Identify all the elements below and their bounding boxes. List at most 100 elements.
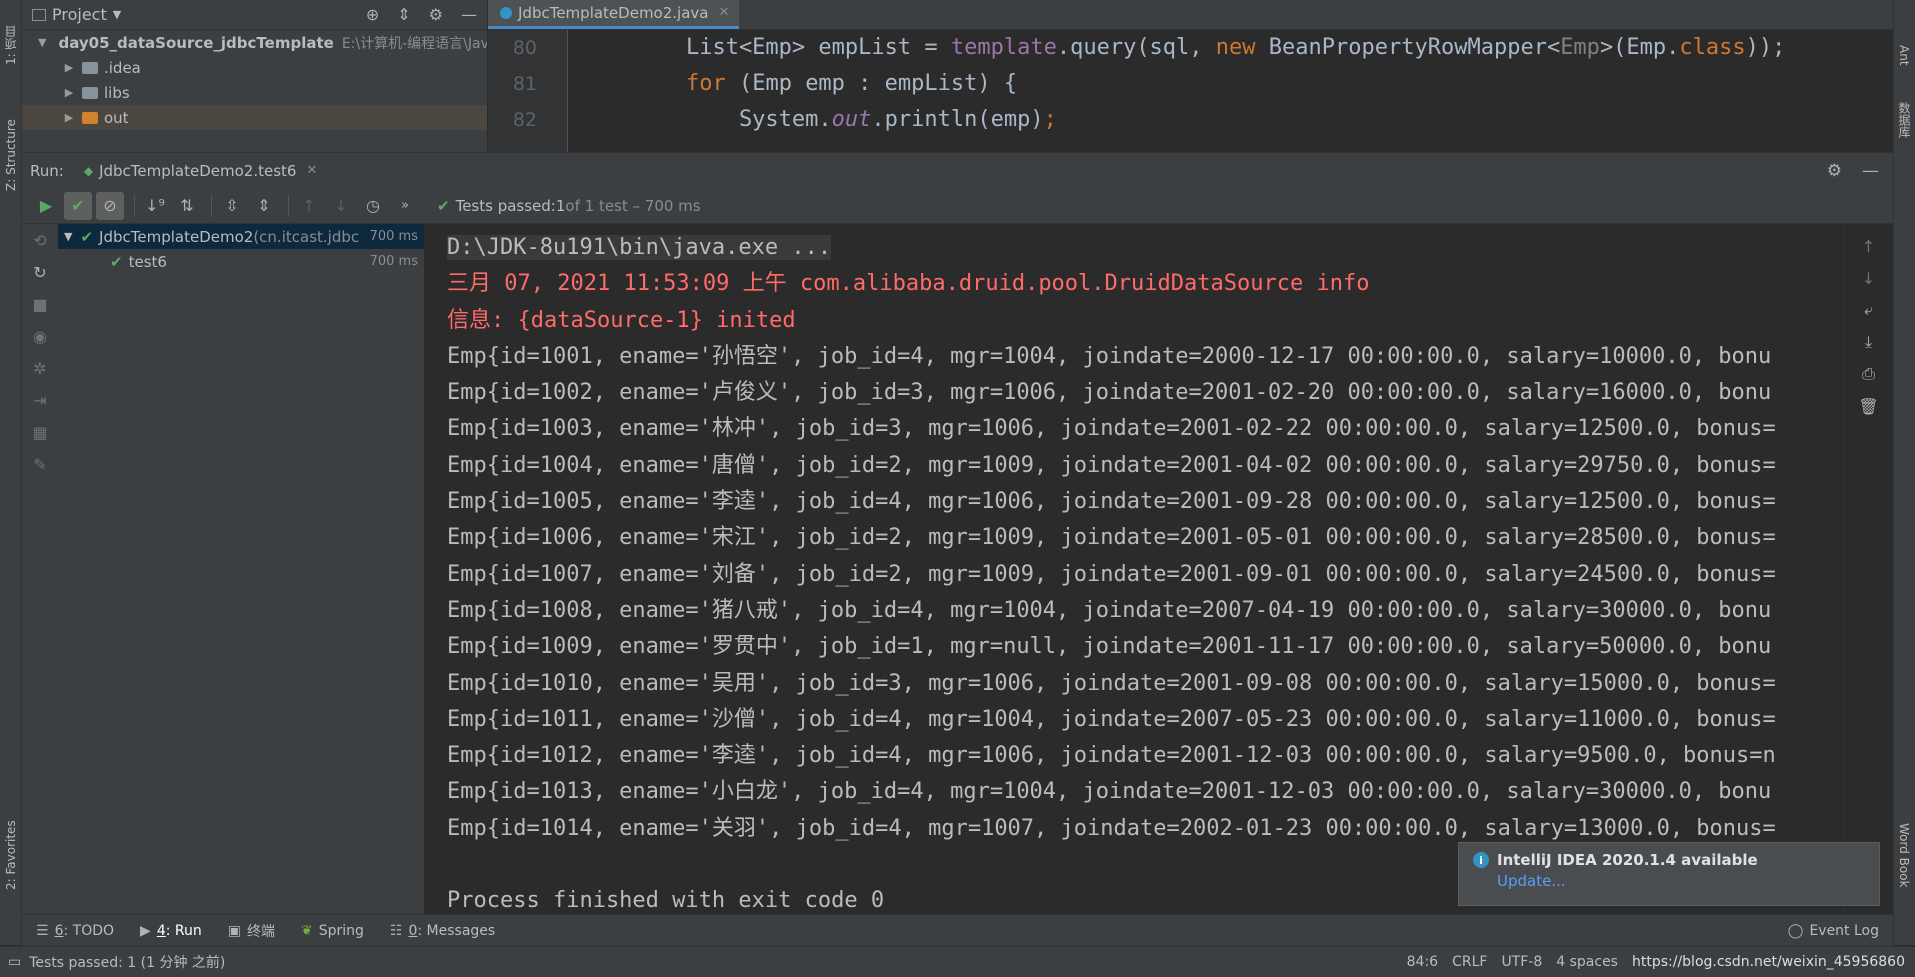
next-failed-icon[interactable]: ↓: [327, 192, 355, 220]
project-title[interactable]: Project: [52, 5, 107, 24]
collapsed-arrow-icon[interactable]: ▶: [62, 111, 76, 124]
structure-tool-tab[interactable]: Z: Structure: [0, 105, 22, 205]
run-config-icon: ◆: [83, 163, 94, 178]
console-output-line: Emp{id=1009, ename='罗贯中', job_id=1, mgr=…: [447, 634, 1772, 660]
run-tab-test6[interactable]: ◆ JdbcTemplateDemo2.test6 ✕: [84, 162, 318, 180]
toggle-auto-test-icon[interactable]: ⟲: [22, 224, 58, 256]
tests-status-prefix: Tests passed:: [455, 196, 556, 215]
close-icon[interactable]: ✕: [718, 5, 729, 20]
tree-item-label: out: [104, 108, 129, 127]
sort-duration-icon[interactable]: ⇅: [173, 192, 201, 220]
previous-failed-icon[interactable]: ↑: [295, 192, 323, 220]
run-toolbar: ▶ ✔ ⊘ ↓⁹ ⇅ ⇳ ⇕ ↑ ↓ ◷ » ✔ Tests passed: 1…: [22, 188, 1893, 224]
spring-tab-label: Spring: [318, 922, 364, 939]
code-line: List<Emp> empList = template.query(sql, …: [580, 35, 1786, 60]
chevron-down-icon[interactable]: ▼: [113, 8, 121, 21]
minimize-icon[interactable]: —: [1862, 161, 1879, 181]
trash-icon[interactable]: 🗑: [1844, 390, 1893, 422]
favorites-tool-tab[interactable]: 2: Favorites: [0, 805, 22, 905]
code-line: System.out.println(emp);: [580, 107, 1057, 132]
run-tab-label: JdbcTemplateDemo2.test6: [99, 161, 297, 180]
show-passed-icon[interactable]: ✔: [64, 191, 92, 220]
line-separator[interactable]: CRLF: [1452, 954, 1487, 970]
tree-item-project-root[interactable]: ▼ day05_dataSource_jdbcTemplate E:\计算机-编…: [22, 30, 487, 55]
todo-tab[interactable]: ☰ 6: TODO: [36, 923, 114, 939]
test-duration: 700 ms: [369, 254, 418, 269]
file-encoding[interactable]: UTF-8: [1501, 954, 1542, 970]
update-notification[interactable]: i IntelliJ IDEA 2020.1.4 available Updat…: [1458, 842, 1880, 906]
info-icon: i: [1473, 852, 1489, 868]
pin-icon[interactable]: ✎: [22, 448, 58, 480]
indent-setting[interactable]: 4 spaces: [1556, 954, 1618, 970]
project-tool-tab[interactable]: 1: 项目: [0, 10, 22, 80]
collapsed-arrow-icon[interactable]: ▶: [62, 86, 76, 99]
line-number: 81: [512, 73, 537, 95]
status-window-icon[interactable]: ▭: [8, 954, 21, 970]
caret-position[interactable]: 84:6: [1407, 954, 1438, 970]
exit-icon[interactable]: ⇥: [22, 384, 58, 416]
tree-item-idea[interactable]: ▶ .idea: [22, 55, 487, 80]
rerun-icon[interactable]: ▶: [32, 192, 60, 220]
console-output-line: Emp{id=1001, ename='孙悟空', job_id=4, mgr=…: [447, 343, 1772, 369]
notification-title: IntelliJ IDEA 2020.1.4 available: [1497, 851, 1758, 869]
gear-icon[interactable]: ⚙: [429, 5, 443, 24]
test-suite-package: (cn.itcast.jdbc: [253, 227, 360, 246]
code-area[interactable]: List<Emp> empList = template.query(sql, …: [580, 30, 1873, 152]
more-icon[interactable]: »: [391, 192, 419, 220]
tree-item-libs[interactable]: ▶ libs: [22, 80, 487, 105]
close-icon[interactable]: ✕: [306, 163, 317, 178]
show-ignored-icon[interactable]: ⊘: [96, 191, 124, 220]
spring-tab[interactable]: ❦ Spring: [301, 923, 364, 939]
print-icon[interactable]: ⎙: [1844, 358, 1893, 390]
console-output-line: Emp{id=1012, ename='李逵', job_id=4, mgr=1…: [447, 743, 1776, 769]
database-tool-tab[interactable]: 数据库: [1893, 90, 1915, 150]
play-icon: ▶: [140, 922, 151, 939]
editor-tab-jdbctemplatedemo2[interactable]: JdbcTemplateDemo2.java ✕: [488, 0, 740, 29]
wordbook-tool-tab[interactable]: Word Book: [1893, 810, 1915, 900]
expanded-arrow-icon[interactable]: ▼: [64, 230, 72, 243]
console-output-line: Emp{id=1008, ename='猪八戒', job_id=4, mgr=…: [447, 597, 1772, 623]
gear-icon[interactable]: ⚙: [1827, 161, 1842, 181]
project-header: Project ▼ ⊕ ⇕ ⚙ —: [22, 0, 487, 30]
camera-icon[interactable]: ◉: [22, 320, 58, 352]
ant-tool-tab[interactable]: Ant: [1893, 40, 1915, 70]
bottom-tool-tabs: ☰ 6: TODO ▶ 4: Run ▣ 终端 ❦ Spring ☷ 0: Me…: [22, 914, 1893, 946]
rerun-failed-icon[interactable]: ↻: [22, 256, 58, 288]
folder-icon: [82, 111, 98, 124]
collapse-all-icon[interactable]: ⇕: [397, 5, 410, 24]
scroll-to-end-icon[interactable]: ⤓: [1844, 326, 1893, 358]
stop-icon[interactable]: ■: [22, 288, 58, 320]
line-number: 80: [512, 37, 537, 59]
sort-alpha-icon[interactable]: ↓⁹: [141, 192, 169, 220]
messages-tab[interactable]: ☷ 0: Messages: [390, 923, 495, 939]
tree-item-out[interactable]: ▶ out: [22, 105, 487, 130]
left-tool-strip: 1: 项目 Z: Structure 2: Favorites: [0, 0, 22, 945]
editor-tab-label: JdbcTemplateDemo2.java: [518, 3, 709, 22]
up-arrow-icon[interactable]: ↑: [1844, 230, 1893, 262]
console-output[interactable]: D:\JDK-8u191\bin\java.exe ... 三月 07, 202…: [425, 224, 1843, 914]
collapse-all-icon[interactable]: ⇕: [250, 192, 278, 220]
expand-all-icon[interactable]: ⇳: [218, 192, 246, 220]
expanded-arrow-icon[interactable]: ▼: [38, 36, 46, 49]
test-case-row[interactable]: ✔ test6 700 ms: [58, 249, 424, 274]
layout-icon[interactable]: ▦: [22, 416, 58, 448]
run-tab-key: 4: [156, 922, 166, 939]
soft-wrap-icon[interactable]: ⤶: [1844, 294, 1893, 326]
down-arrow-icon[interactable]: ↓: [1844, 262, 1893, 294]
terminal-tab[interactable]: ▣ 终端: [228, 921, 275, 941]
test-suite-row[interactable]: ▼ ✔ JdbcTemplateDemo2 (cn.itcast.jdbc 70…: [58, 224, 424, 249]
history-icon[interactable]: ◷: [359, 192, 387, 220]
update-link[interactable]: Update...: [1497, 872, 1867, 890]
console-log-line: 信息: {dataSource-1} inited: [447, 307, 796, 333]
minimize-icon[interactable]: —: [461, 5, 477, 24]
run-panel-header: Run: ◆ JdbcTemplateDemo2.test6 ✕ ⚙ —: [22, 152, 1893, 188]
run-tab[interactable]: ▶ 4: Run: [140, 923, 202, 939]
settings-icon[interactable]: ✲: [22, 352, 58, 384]
code-editor: JdbcTemplateDemo2.java ✕ 80 81 82 List<E…: [488, 0, 1893, 152]
collapsed-arrow-icon[interactable]: ▶: [62, 61, 76, 74]
test-suite-label: JdbcTemplateDemo2: [99, 227, 254, 246]
event-log-tab[interactable]: ◯ Event Log: [1788, 923, 1879, 939]
tests-status-suffix: of 1 test – 700 ms: [565, 196, 701, 215]
spring-leaf-icon: ❦: [300, 922, 313, 939]
locate-icon[interactable]: ⊕: [366, 5, 379, 24]
